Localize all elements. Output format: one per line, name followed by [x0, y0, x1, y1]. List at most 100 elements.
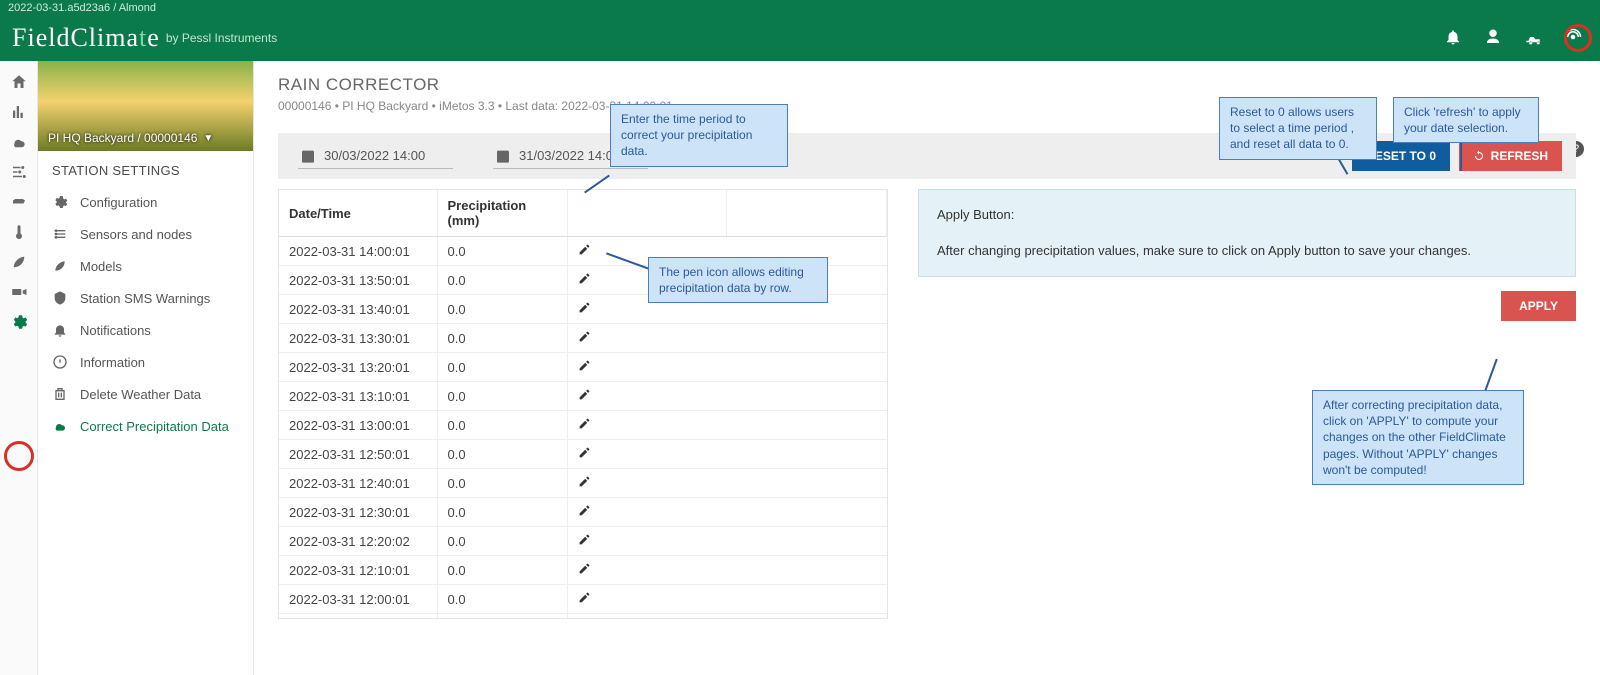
edit-icon[interactable] — [578, 591, 591, 604]
sidebar-item-delete-weather-data[interactable]: Delete Weather Data — [38, 378, 253, 410]
cell-value: 0.0 — [437, 237, 567, 266]
sidebar-item-notifications[interactable]: Notifications — [38, 314, 253, 346]
sidebar-item-sensors-and-nodes[interactable]: Sensors and nodes — [38, 218, 253, 250]
apply-info-alert: Apply Button: After changing precipitati… — [918, 189, 1576, 277]
edit-icon[interactable] — [578, 417, 591, 430]
build-tag: 2022-03-31.a5d23a6 / Almond — [0, 0, 1600, 18]
calendar-icon — [495, 148, 511, 164]
table-row: 2022-03-31 13:10:010.0 — [279, 382, 887, 411]
bell-icon[interactable] — [1444, 28, 1462, 49]
rail-thermometer[interactable] — [0, 217, 38, 247]
cell-value: 0.0 — [437, 266, 567, 295]
sidebar-item-station-sms-warnings[interactable]: Station SMS Warnings — [38, 282, 253, 314]
sidebar-item-icon — [52, 418, 68, 434]
rail-chart[interactable] — [0, 97, 38, 127]
edit-icon[interactable] — [578, 446, 591, 459]
sidebar-item-information[interactable]: Information — [38, 346, 253, 378]
sidebar-item-label: Notifications — [80, 323, 151, 338]
col-datetime: Date/Time — [279, 190, 437, 237]
rail-home[interactable] — [0, 67, 38, 97]
sidebar-item-models[interactable]: Models — [38, 250, 253, 282]
cell-value: 0.0 — [437, 498, 567, 527]
sidebar-item-label: Information — [80, 355, 145, 370]
sidebar-item-icon — [52, 354, 68, 370]
cell-datetime: 2022-03-31 12:10:01 — [279, 556, 437, 585]
edit-icon[interactable] — [578, 475, 591, 488]
refresh-icon — [1473, 150, 1485, 162]
cell-datetime: 2022-03-31 12:20:02 — [279, 527, 437, 556]
cell-datetime: 2022-03-31 13:10:01 — [279, 382, 437, 411]
annotation-circle-settings — [4, 441, 34, 471]
rail-animal[interactable] — [0, 187, 38, 217]
edit-icon[interactable] — [578, 388, 591, 401]
user-icon[interactable] — [1484, 28, 1502, 49]
edit-icon[interactable] — [578, 243, 591, 256]
cell-datetime: 2022-03-31 12:00:01 — [279, 585, 437, 614]
rail-sliders[interactable] — [0, 157, 38, 187]
apply-button[interactable]: APPLY — [1501, 291, 1576, 321]
sidebar-item-icon — [52, 290, 68, 306]
table-row: 2022-03-31 13:30:010.0 — [279, 324, 887, 353]
callout-reset: Reset to 0 allows users to select a time… — [1219, 97, 1377, 160]
page-subtitle: 00000146 • PI HQ Backyard • iMetos 3.3 •… — [278, 99, 1576, 113]
cell-datetime: 2022-03-31 11:50:01 — [279, 614, 437, 620]
sidebar-item-icon — [52, 194, 68, 210]
calendar-icon — [300, 148, 316, 164]
annotation-circle-broadcast — [1564, 24, 1592, 52]
cell-value: 0.0 — [437, 614, 567, 620]
callout-pen: The pen icon allows editing precipitatio… — [648, 257, 828, 303]
sidebar-item-label: Configuration — [80, 195, 157, 210]
sidebar-item-label: Sensors and nodes — [80, 227, 192, 242]
table-row: 2022-03-31 13:20:010.0 — [279, 353, 887, 382]
rail-camera[interactable] — [0, 277, 38, 307]
cell-value: 0.0 — [437, 295, 567, 324]
date-from-input[interactable]: 30/03/2022 14:00 — [298, 144, 453, 169]
edit-icon[interactable] — [578, 301, 591, 314]
cell-datetime: 2022-03-31 14:00:01 — [279, 237, 437, 266]
cell-value: 0.0 — [437, 382, 567, 411]
brand-subtitle: by Pessl Instruments — [166, 31, 277, 45]
cell-datetime: 2022-03-31 13:20:01 — [279, 353, 437, 382]
cell-datetime: 2022-03-31 12:40:01 — [279, 469, 437, 498]
rail-settings[interactable] — [0, 307, 38, 337]
table-row: 2022-03-31 12:20:020.0 — [279, 527, 887, 556]
sidebar-item-icon — [52, 226, 68, 242]
refresh-label: REFRESH — [1491, 149, 1548, 163]
col-precip: Precipitation (mm) — [437, 190, 567, 237]
cell-value: 0.0 — [437, 440, 567, 469]
date-toolbar: 30/03/2022 14:00 31/03/2022 14:00 RESET … — [278, 133, 1576, 179]
sidebar-item-correct-precipitation-data[interactable]: Correct Precipitation Data — [38, 410, 253, 442]
table-row: 2022-03-31 12:10:010.0 — [279, 556, 887, 585]
edit-icon[interactable] — [578, 504, 591, 517]
edit-icon[interactable] — [578, 533, 591, 546]
cell-value: 0.0 — [437, 469, 567, 498]
cell-value: 0.0 — [437, 324, 567, 353]
table-row: 2022-03-31 12:50:010.0 — [279, 440, 887, 469]
cell-datetime: 2022-03-31 12:50:01 — [279, 440, 437, 469]
sidebar-title: STATION SETTINGS — [38, 151, 253, 186]
table-row: 2022-03-31 12:40:010.0 — [279, 469, 887, 498]
rail-leaf[interactable] — [0, 247, 38, 277]
edit-icon[interactable] — [578, 330, 591, 343]
table-row: 2022-03-31 11:50:010.0 — [279, 614, 887, 620]
edit-icon[interactable] — [578, 359, 591, 372]
edit-icon[interactable] — [578, 272, 591, 285]
edit-icon[interactable] — [578, 562, 591, 575]
station-path: PI HQ Backyard / 00000146 — [48, 131, 197, 145]
cell-datetime: 2022-03-31 13:50:01 — [279, 266, 437, 295]
refresh-button[interactable]: REFRESH — [1459, 141, 1562, 171]
dropdown-caret-icon[interactable]: ▼ — [203, 133, 213, 144]
main-content: RAIN CORRECTOR 00000146 • PI HQ Backyard… — [254, 61, 1600, 675]
cell-value: 0.0 — [437, 527, 567, 556]
cell-value: 0.0 — [437, 411, 567, 440]
table-row: 2022-03-31 12:30:010.0 — [279, 498, 887, 527]
machinery-icon[interactable] — [1524, 28, 1542, 49]
rail-rain[interactable] — [0, 127, 38, 157]
sidebar-item-configuration[interactable]: Configuration — [38, 186, 253, 218]
cell-datetime: 2022-03-31 13:30:01 — [279, 324, 437, 353]
table-row: 2022-03-31 13:00:010.0 — [279, 411, 887, 440]
cell-value: 0.0 — [437, 353, 567, 382]
date-to-value: 31/03/2022 14:00 — [519, 148, 620, 163]
alert-body: After changing precipitation values, mak… — [937, 240, 1557, 262]
callout-date: Enter the time period to correct your pr… — [610, 104, 788, 167]
